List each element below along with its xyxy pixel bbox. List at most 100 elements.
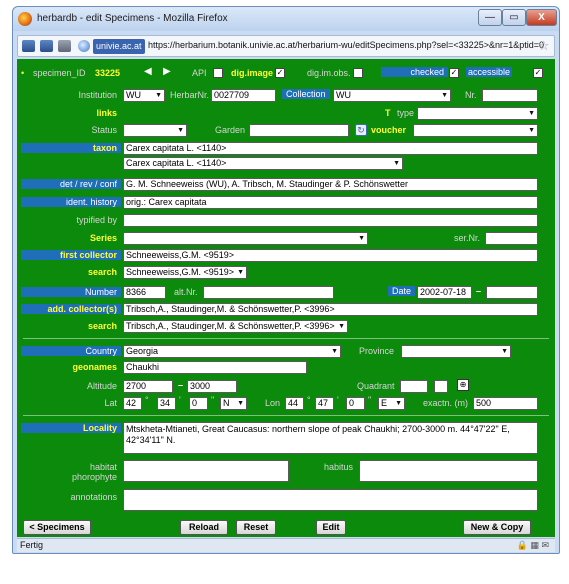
first-collector-input[interactable]: Schneeweiss,G.M. <9519> — [123, 249, 538, 262]
sernr-input[interactable] — [485, 232, 538, 245]
map-pick-icon[interactable]: ⊕ — [457, 379, 469, 391]
title-bar: herbardb - edit Specimens - Mozilla Fire… — [13, 7, 559, 31]
voucher-select[interactable] — [413, 124, 538, 137]
maximize-button[interactable]: ▭ — [502, 9, 526, 26]
garden-label: Garden — [215, 125, 246, 135]
lon-min-input[interactable]: 47 — [315, 397, 334, 410]
locality-textarea[interactable]: Mtskheta-Mtianeti, Great Caucasus: north… — [123, 422, 538, 454]
annotations-textarea[interactable] — [123, 489, 538, 511]
sernr-label: ser.Nr. — [454, 233, 481, 243]
minimize-button[interactable]: — — [478, 9, 502, 26]
series-select[interactable] — [123, 232, 368, 245]
number-input[interactable]: 8366 — [123, 286, 166, 299]
form-area: • specimen_ID 33225 ◀ ▶ API dig.image ✓ … — [17, 59, 555, 537]
det-input[interactable]: G. M. Schneeweiss (WU), A. Tribsch, M. S… — [123, 178, 538, 191]
separator — [23, 338, 549, 339]
taxon-select[interactable]: Carex capitata L. <1140> — [123, 157, 403, 170]
page-icon[interactable] — [22, 40, 35, 52]
accessible-checkbox[interactable]: ✓ — [533, 68, 543, 78]
altitude-dash: – — [178, 380, 184, 390]
lat-label: Lat — [104, 398, 117, 408]
next-arrow-icon[interactable]: ▶ — [163, 66, 171, 77]
specimens-button[interactable]: < Specimens — [23, 520, 91, 535]
province-label: Province — [359, 346, 395, 356]
exactn-label: exactn. (m) — [423, 398, 469, 408]
habitus-textarea[interactable] — [359, 460, 538, 482]
status-label: Status — [91, 125, 117, 135]
collection-label: Collection — [282, 89, 330, 99]
province-select[interactable] — [401, 345, 511, 358]
add-collectors-input[interactable]: Tribsch,A., Staudinger,M. & Schönswetter… — [123, 303, 538, 316]
ident-history-label: ident. history — [21, 197, 121, 207]
lon-sec-input[interactable]: 0 — [346, 397, 365, 410]
collection-select[interactable]: WU — [333, 89, 451, 102]
print-icon[interactable] — [58, 40, 71, 52]
new-copy-button[interactable]: New & Copy — [463, 520, 531, 535]
navigation-bar: univie.ac.at https://herbarium.botanik.u… — [17, 35, 555, 57]
bookmark-icon[interactable] — [40, 40, 53, 52]
api-label: API — [192, 68, 207, 78]
firefox-icon — [18, 12, 32, 26]
lat-min-input[interactable]: 34 — [157, 397, 176, 410]
annotations-label: annotations — [70, 492, 117, 502]
star-icon[interactable]: ☆ — [538, 38, 550, 54]
type-select[interactable] — [417, 107, 538, 120]
ident-history-input[interactable]: orig.: Carex capitata — [123, 196, 538, 209]
herbarnr-label: HerbarNr. — [170, 90, 210, 100]
altitude-max-input[interactable]: 3000 — [187, 380, 237, 393]
type-label: type — [397, 108, 415, 118]
lat-sec-input[interactable]: 0 — [189, 397, 208, 410]
mail-icon[interactable]: ✉ — [541, 540, 549, 550]
first-collector-label: first collector — [21, 250, 121, 260]
lat-hemisphere-select[interactable]: N — [220, 397, 247, 410]
dig-image-checkbox[interactable]: ✓ — [275, 68, 285, 78]
status-bar: Fertig 🔒 ▦ ✉ — [17, 538, 555, 552]
checked-checkbox[interactable]: ✓ — [449, 68, 459, 78]
lon-deg-mark: ° — [307, 395, 311, 405]
status-select[interactable] — [123, 124, 187, 137]
lon-min-mark: ' — [337, 395, 339, 405]
links-label[interactable]: links — [21, 108, 117, 118]
addon-icon[interactable]: ▦ — [530, 540, 539, 550]
status-text: Fertig — [20, 540, 44, 550]
exactn-input[interactable]: 500 — [473, 397, 538, 410]
country-select[interactable]: Georgia — [123, 345, 341, 358]
lon-deg-input[interactable]: 44 — [285, 397, 304, 410]
date-dash: – — [476, 286, 482, 296]
edit-button[interactable]: Edit — [316, 520, 346, 535]
add-collectors-label: add. collector(s) — [21, 304, 121, 314]
taxon-input[interactable]: Carex capitata L. <1140> — [123, 142, 538, 155]
globe-icon — [78, 40, 90, 52]
date-end-input[interactable] — [486, 286, 538, 299]
series-label: Series — [89, 233, 117, 243]
geonames-input[interactable]: Chaukhi — [123, 361, 307, 374]
bullet-icon: • — [21, 68, 25, 78]
habitat-textarea[interactable] — [123, 460, 289, 482]
institution-select[interactable]: WU — [123, 89, 165, 102]
lon-hemisphere-select[interactable]: E — [378, 397, 405, 410]
date-input[interactable]: 2002-07-18 — [417, 286, 472, 299]
url-field[interactable]: https://herbarium.botanik.univie.ac.at/h… — [148, 40, 544, 50]
typified-by-input[interactable] — [123, 214, 538, 227]
garden-input[interactable] — [249, 124, 349, 137]
nr-input[interactable] — [482, 89, 538, 102]
quadrant-sub-input[interactable] — [434, 380, 448, 393]
lat-deg-input[interactable]: 42 — [123, 397, 142, 410]
refresh-icon[interactable]: ↻ — [355, 124, 367, 136]
close-button[interactable]: X — [526, 9, 557, 26]
lock-icon[interactable]: 🔒 — [517, 540, 528, 550]
herbarnr-input[interactable]: 0027709 — [211, 89, 276, 102]
altitude-min-input[interactable]: 2700 — [123, 380, 173, 393]
lat-sec-mark: " — [211, 395, 215, 405]
reload-button[interactable]: Reload — [180, 520, 228, 535]
api-checkbox[interactable] — [213, 68, 223, 78]
quadrant-input[interactable] — [400, 380, 428, 393]
first-collector-search-select[interactable]: Schneeweiss,G.M. <9519> — [123, 266, 247, 279]
dig-im-obs-checkbox[interactable] — [353, 68, 363, 78]
add-collectors-search-select[interactable]: Tribsch,A., Staudinger,M. & Schönswetter… — [123, 320, 348, 333]
prev-arrow-icon[interactable]: ◀ — [144, 66, 152, 77]
site-identity[interactable]: univie.ac.at — [93, 39, 145, 54]
reset-button[interactable]: Reset — [236, 520, 276, 535]
altnr-input[interactable] — [203, 286, 334, 299]
status-icons: 🔒 ▦ ✉ — [517, 540, 549, 551]
